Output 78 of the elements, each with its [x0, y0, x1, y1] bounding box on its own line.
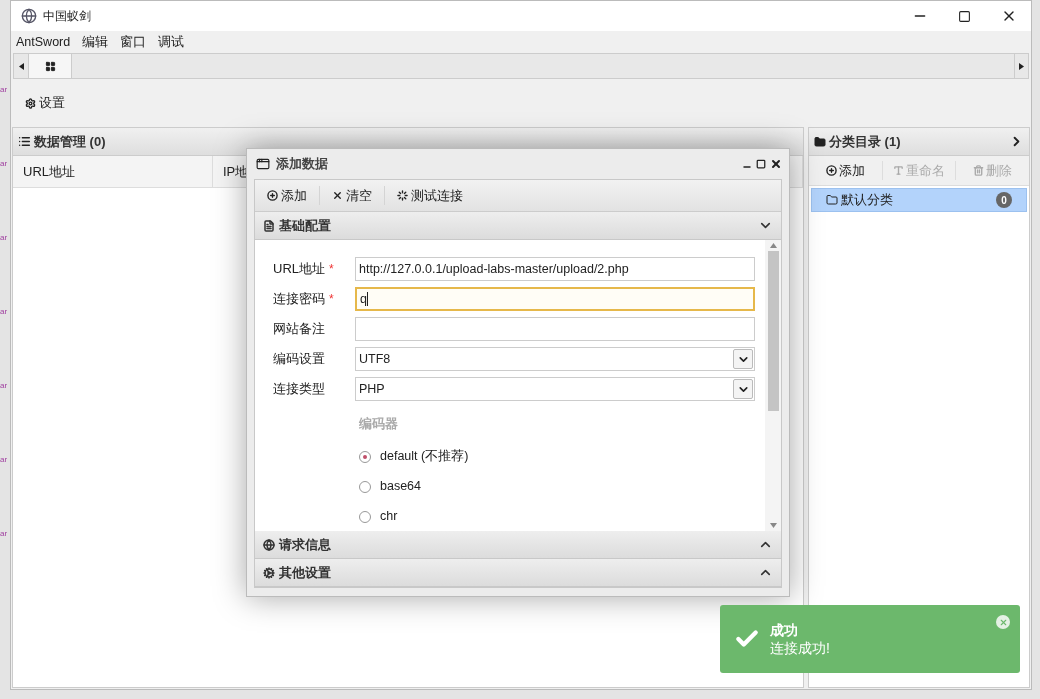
radio-button[interactable]	[359, 480, 371, 493]
column-header[interactable]: URL地址	[13, 156, 213, 187]
menu-item[interactable]: 调试	[158, 32, 185, 52]
input-field[interactable]: q	[355, 287, 755, 311]
category-toolbar-button[interactable]: 添加	[809, 160, 883, 181]
window-title: 中国蚁剑	[43, 8, 91, 25]
background-text-fragment: ar	[0, 86, 9, 94]
dialog-title: 添加数据	[276, 155, 328, 174]
section-title: 其他设置	[279, 563, 331, 582]
toolbar-icon	[267, 190, 278, 201]
toast-title: 成功	[770, 621, 799, 639]
panel-title: 分类目录 (1)	[829, 132, 901, 151]
background-text-fragment: ar	[0, 160, 9, 168]
dialog-toolbar-button[interactable]: 添加	[255, 185, 320, 206]
section-title: 请求信息	[279, 535, 331, 554]
app-logo-icon	[21, 8, 37, 24]
section-header[interactable]: 请求信息	[255, 531, 781, 559]
menu-item[interactable]: AntSword	[16, 32, 71, 52]
radio-label: base64	[380, 478, 421, 496]
field-label: 编码设置	[273, 350, 326, 369]
dropdown-icon[interactable]	[733, 349, 753, 369]
select-field[interactable]: PHP	[355, 377, 755, 401]
required-mark: *	[329, 261, 334, 278]
dialog-toolbar-button[interactable]: 清空	[320, 185, 385, 206]
field-label: 连接密码	[273, 290, 326, 309]
section-icon	[263, 566, 275, 579]
section-header[interactable]: 基础配置	[255, 212, 781, 240]
count-badge: 0	[996, 192, 1012, 208]
maximize-icon[interactable]	[958, 9, 971, 23]
section-header[interactable]: 其他设置	[255, 559, 781, 587]
toast-message: 连接成功!	[770, 639, 830, 657]
close-icon[interactable]	[770, 158, 782, 170]
window-icon	[256, 157, 270, 171]
required-mark: *	[329, 291, 334, 308]
settings-button[interactable]: 设置	[39, 93, 65, 113]
toolbar-icon	[893, 165, 904, 176]
menu-item[interactable]: 窗口	[120, 32, 147, 52]
radio-label: chr	[380, 508, 398, 526]
scroll-down-icon[interactable]	[769, 523, 777, 528]
settings-icon	[25, 97, 36, 109]
folder-icon	[826, 194, 838, 206]
encoder-label: 编码器	[359, 416, 399, 433]
scroll-left-icon[interactable]	[18, 62, 24, 70]
background-text-fragment: ar	[0, 234, 9, 242]
dropdown-icon[interactable]	[733, 379, 753, 399]
section-title: 基础配置	[279, 216, 331, 235]
panel-title: 数据管理 (0)	[34, 132, 106, 151]
dialog-toolbar-button[interactable]: 测试连接	[385, 185, 475, 206]
folder-icon	[814, 135, 826, 148]
toolbar-icon	[825, 165, 837, 176]
toolbar-icon	[332, 190, 343, 201]
input-field[interactable]: http://127.0.0.1/upload-labs-master/upload/2.php	[355, 257, 755, 281]
field-label: URL地址	[273, 260, 326, 279]
field-label: 网站备注	[273, 320, 326, 339]
maximize-icon[interactable]	[756, 159, 766, 169]
grid-icon	[44, 60, 56, 72]
toolbar-icon	[397, 190, 408, 201]
input-field[interactable]	[355, 317, 755, 341]
scroll-right-icon[interactable]	[1019, 62, 1024, 70]
background-text-fragment: ar	[0, 382, 9, 390]
toolbar-icon	[973, 165, 985, 176]
radio-button[interactable]	[359, 510, 371, 523]
background-text-fragment: ar	[0, 530, 9, 538]
select-field[interactable]: UTF8	[355, 347, 755, 371]
radio-button[interactable]	[359, 450, 371, 463]
category-label: 默认分类	[841, 191, 893, 210]
list-icon	[18, 135, 31, 148]
radio-label: default (不推荐)	[380, 448, 469, 466]
scrollbar[interactable]	[765, 240, 781, 531]
menu-item[interactable]: 编辑	[82, 32, 109, 52]
section-icon	[263, 538, 275, 551]
tab[interactable]	[28, 54, 72, 78]
background-text-fragment: ar	[0, 456, 9, 464]
scroll-up-icon[interactable]	[769, 243, 777, 248]
section-icon	[263, 219, 275, 232]
background-text-fragment: ar	[0, 308, 9, 316]
field-label: 连接类型	[273, 380, 326, 399]
category-item[interactable]: 默认分类 0	[811, 188, 1027, 212]
